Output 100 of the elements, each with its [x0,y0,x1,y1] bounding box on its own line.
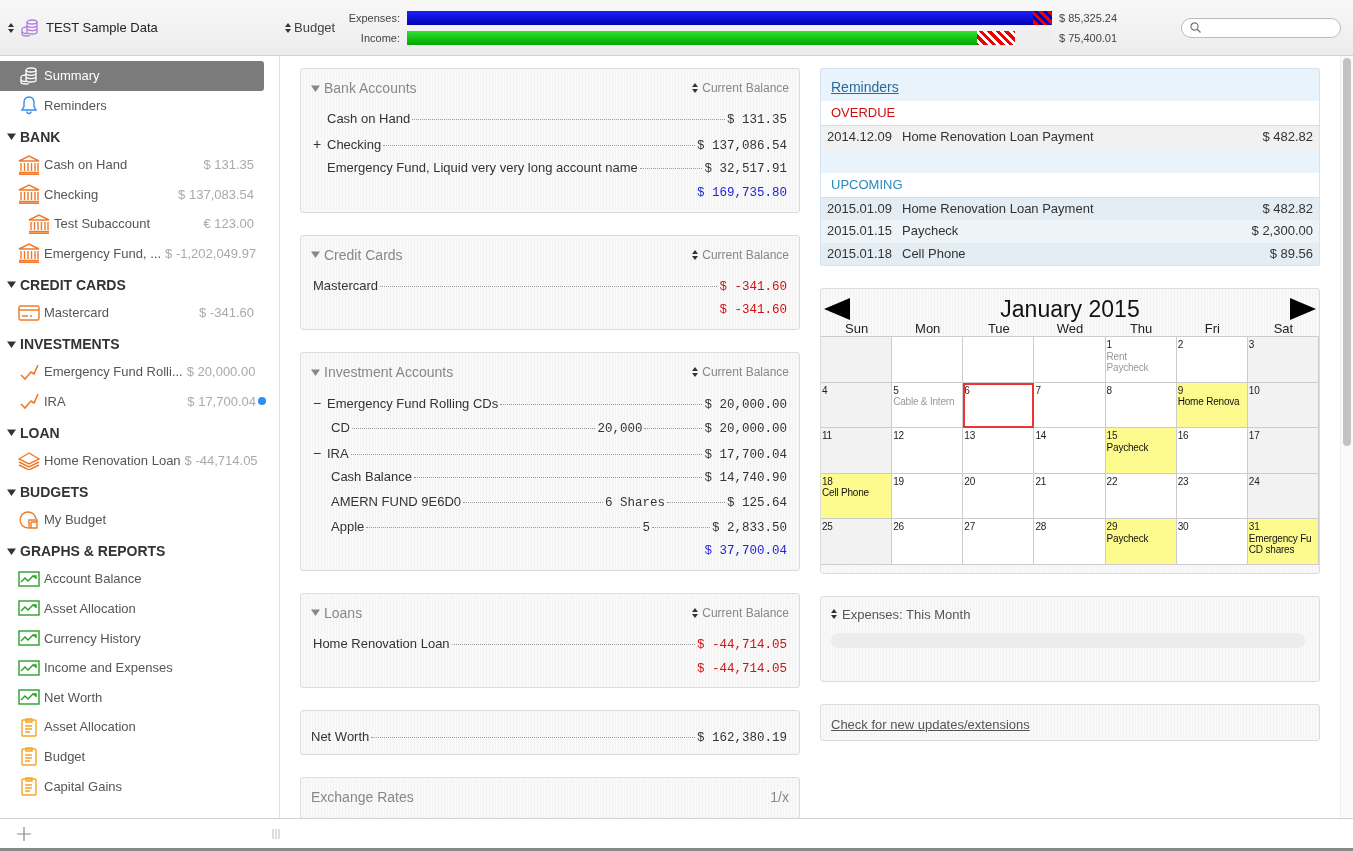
calendar-cell[interactable]: 14 [1034,428,1106,474]
sort-label[interactable]: Current Balance [702,247,789,262]
day-number: 11 [822,430,833,442]
sidebar-item[interactable]: Checking $ 137,083.54 [0,179,264,209]
account-name: Cash on Hand [327,110,411,128]
disclosure-triangle[interactable] [7,280,16,290]
calendar-cell[interactable]: 30 [1176,519,1248,565]
calendar-cell[interactable]: 26 [892,519,964,565]
calendar-cell[interactable]: 8 [1105,382,1177,428]
sidebar-item[interactable]: Asset Allocation [0,593,264,624]
calendar-cell[interactable]: 5 Cable & Intern [892,382,964,428]
budget-selector[interactable]: Budget [294,20,336,35]
calendar-cell[interactable]: 17 [1247,428,1319,474]
calendar-cell[interactable]: 20 [963,473,1035,519]
sidebar-item[interactable]: IRA $ 17,700.04 [0,386,264,417]
sort-label[interactable]: Current Balance [702,365,789,380]
calendar-cell[interactable]: 13 [963,428,1035,474]
sidebar-item[interactable]: Account Balance [0,564,264,594]
disclosure-triangle[interactable] [7,546,16,556]
file-selector[interactable]: TEST Sample Data [46,20,158,35]
sort-label[interactable]: Current Balance [702,81,789,95]
reminder-row[interactable]: 2015.01.09 Home Renovation Loan Payment $ 482.82 [821,197,1319,220]
calendar-cell[interactable]: 12 [892,428,964,474]
calendar-cell[interactable]: 11 [821,428,893,474]
calendar-cell[interactable]: 7 [1034,382,1106,428]
bar-amount: $ 85,325.24 [1059,11,1118,24]
reminder-row[interactable]: 2015.01.15 Paycheck $ 2,300.00 [821,220,1319,243]
bell-icon [18,95,40,116]
calendar-cell[interactable]: 9 Home Renova [1176,382,1248,428]
calendar-cell[interactable]: 19 [892,473,964,519]
graph-icon [18,689,40,706]
reminder-row[interactable]: 2014.12.09 Home Renovation Loan Payment $ 482.82 [821,126,1319,149]
calendar-cell[interactable]: 1 Rent Paycheck [1105,337,1177,383]
calendar-cell[interactable]: 24 [1247,473,1319,519]
bank-icon [18,184,40,205]
calendar-cell[interactable]: 4 [821,382,893,428]
sidebar-item[interactable]: My Budget [0,504,264,535]
calendar-cell[interactable]: 21 [1034,473,1106,519]
calendar-event: Home Renova [1177,396,1241,408]
next-month-icon[interactable] [1290,298,1316,320]
day-number: 19 [893,475,905,487]
scrollbar-thumb[interactable] [1343,58,1351,446]
day-number: 13 [964,430,976,442]
sidebar-item[interactable]: Net Worth [0,682,264,713]
day-number: 5 [893,384,900,396]
sidebar-item[interactable]: Summary [0,61,264,91]
account-name: Apple [331,517,365,536]
sidebar-item[interactable]: Home Renovation Loan $ -44,714.05 [0,445,264,476]
disclosure-triangle[interactable] [7,132,16,142]
reminders-link[interactable]: Reminders [831,79,899,95]
day-number: 20 [964,475,976,487]
account-name: Mastercard [313,276,379,295]
calendar-cell[interactable]: 18 Cell Phone [821,473,893,519]
expand-toggle[interactable]: − [313,395,322,412]
group-header: UPCOMING [821,172,1319,197]
calendar-cell[interactable]: 25 [821,519,893,565]
calendar-cell[interactable]: 2 [1176,337,1248,383]
disclosure-triangle[interactable] [7,339,16,349]
sidebar-item[interactable]: Currency History [0,623,264,653]
expand-toggle[interactable]: − [313,444,322,461]
sidebar-item[interactable]: Emergency Fund Rolli... $ 20,000.00 [0,356,264,387]
sidebar-item[interactable]: Budget [0,741,264,772]
add-button[interactable] [16,825,32,842]
previous-month-icon[interactable] [824,298,850,320]
sidebar-item[interactable]: Mastercard $ -341.60 [0,297,264,328]
sidebar-item[interactable]: Income and Expenses [0,652,264,683]
search-field[interactable] [1181,17,1341,38]
calendar-cell[interactable]: 6 [963,382,1035,428]
sidebar-item[interactable]: Asset Allocation [0,712,264,742]
total-amount: $ 169,735.80 [697,185,787,203]
calendar-cell[interactable]: 15 Paycheck [1105,428,1177,474]
day-number: 30 [1177,521,1190,533]
calendar-event: Paycheck [1106,441,1150,453]
scrollbar[interactable] [1340,56,1353,818]
chart-title[interactable]: Expenses: This Month [842,606,971,622]
calendar-cell[interactable]: 10 [1247,382,1319,428]
calendar-cell[interactable]: 29 Paycheck [1105,519,1177,565]
sidebar-item[interactable]: Test Subaccount € 123.00 [0,208,264,239]
calendar-cell[interactable]: 16 [1176,428,1248,474]
updates-link[interactable]: Check for new updates/extensions [831,716,1030,732]
bank-icon [18,243,40,264]
calendar-cell[interactable]: 27 [963,519,1035,565]
disclosure-triangle[interactable] [7,428,16,438]
sidebar-item[interactable]: Capital Gains [0,771,264,801]
calendar-cell[interactable]: 28 [1034,519,1106,565]
bank-icon [28,213,50,234]
sidebar-item[interactable]: Emergency Fund, ... $ -1,202,049.97 [0,238,264,269]
calendar-cell[interactable]: 22 [1105,473,1177,519]
calendar-cell[interactable]: 31 Emergency Fu CD shares [1247,519,1319,565]
sort-label[interactable]: Current Balance [702,605,789,620]
calendar-cell[interactable]: 23 [1176,473,1248,519]
calendar-cell[interactable]: 3 [1247,337,1319,383]
expand-toggle[interactable]: + [313,135,322,152]
sidebar-item[interactable]: Cash on Hand $ 131.35 [0,149,264,180]
reminder-row[interactable]: 2015.01.18 Cell Phone $ 89.56 [821,242,1319,265]
resize-handle[interactable] [272,828,280,839]
account-name: CD [331,418,350,437]
total-amount: $ -341.60 [719,302,787,320]
sidebar-item[interactable]: Reminders [0,90,264,121]
disclosure-triangle[interactable] [7,487,16,497]
